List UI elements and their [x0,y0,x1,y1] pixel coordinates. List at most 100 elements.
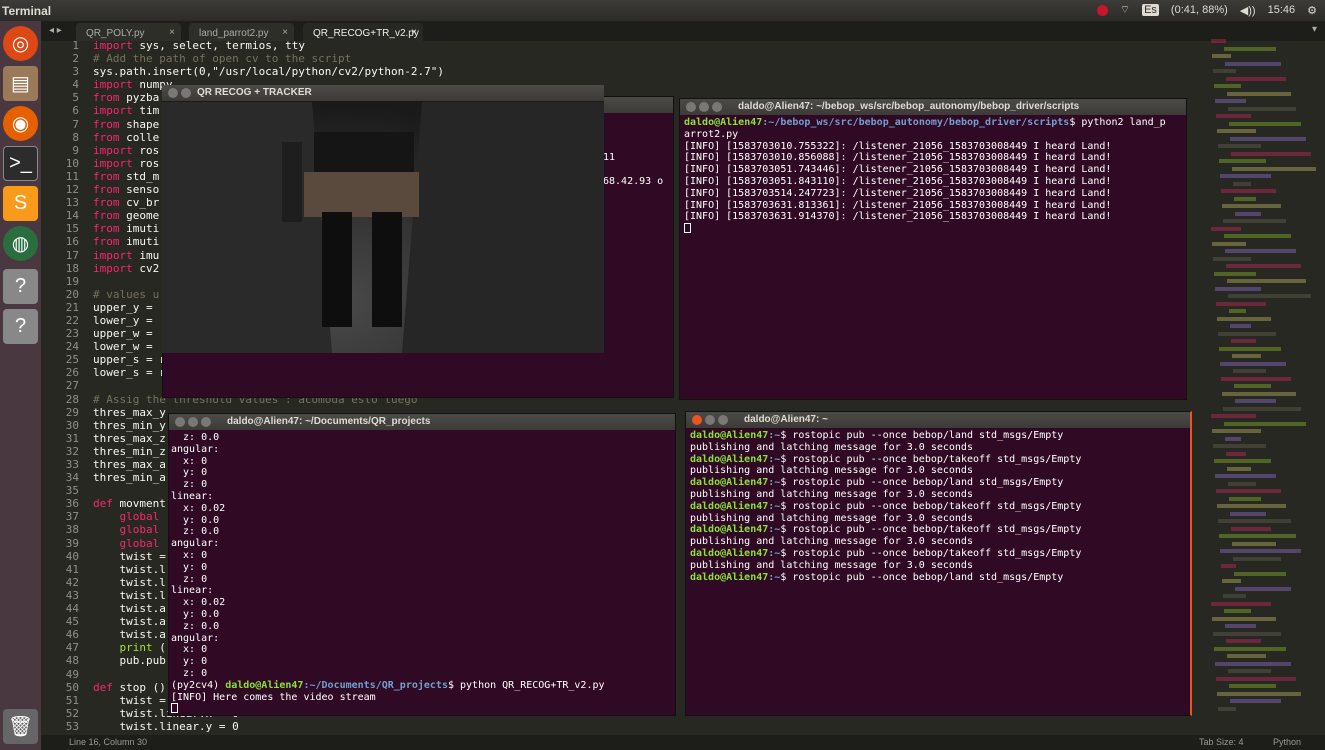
code-token: from [93,117,120,131]
terminal-line: z: 0.0 [171,432,220,443]
maximize-button[interactable] [718,415,728,425]
code-token: cv_br [119,196,160,210]
minimap-line [1217,129,1256,133]
unknown-app-icon[interactable]: ? [3,269,38,304]
close-button[interactable] [168,88,178,98]
code-token: senso [119,183,160,197]
line-number: 32 [65,444,79,458]
code-token: from [93,183,120,197]
terminal-window-home[interactable]: daldo@Alien47: ~ daldo@Alien47:~$ rostop… [685,411,1192,716]
line-number: 33 [65,458,79,471]
line-number: 36 [65,497,79,511]
minimap-line [1226,264,1301,268]
maximize-button[interactable] [201,417,211,427]
minimap-line [1226,451,1246,456]
terminal-prompt-line: daldo@Alien47:~$ rostopic pub --once beb… [690,430,1186,442]
minimize-button[interactable] [705,415,715,425]
terminal-output[interactable]: daldo@Alien47:~$ rostopic pub --once beb… [686,428,1190,585]
window-titlebar[interactable]: QR RECOG + TRACKER [162,85,604,101]
battery-indicator[interactable]: (0:41, 88%) [1171,4,1228,16]
minimap-line [1219,346,1281,351]
terminal-window-projects[interactable]: daldo@Alien47: ~/Documents/QR_projects z… [168,413,676,716]
window-title: QR RECOG + TRACKER [197,87,312,98]
keyboard-layout-indicator[interactable]: Es [1142,4,1159,16]
close-button[interactable] [175,417,185,427]
line-number: 42 [65,575,79,589]
prompt-path: :~/Documents/QR_projects [303,679,448,691]
env-indicator: (py2cv4) [171,679,226,691]
minimap-line [1216,676,1296,681]
line-number: 43 [65,588,79,602]
close-icon[interactable]: × [169,27,175,38]
code-line: twist.linear.y = 0 [93,719,239,733]
firefox-icon[interactable]: ◉ [3,106,38,141]
tab-dropdown-icon[interactable]: ▾ [1312,24,1317,35]
prompt-path: :~ [768,500,781,512]
volume-icon[interactable]: ◀)) [1240,4,1256,17]
syntax-indicator[interactable]: Python [1273,737,1301,747]
line-number: 1 [72,39,79,52]
terminal-command: $ python QR_RECOG+TR_v2.py [447,679,605,691]
minimap-line [1230,511,1266,516]
qr-tracker-window[interactable]: QR RECOG + TRACKER [162,85,604,353]
line-number: 28 [65,392,79,406]
line-number: 44 [65,602,79,616]
minimap-line [1220,361,1286,366]
minimap-line [1232,354,1261,358]
close-button[interactable] [692,415,702,425]
ubuntu-dash-icon[interactable]: ◎ [3,26,38,61]
minimap-line [1232,541,1276,546]
terminal-output[interactable]: z: 0.0 angular: x: 0 y: 0 z: 0 linear: x: … [169,430,675,717]
close-icon[interactable]: × [282,27,288,38]
terminal-line: [INFO] [1583703051.743446]: /listener_21… [684,164,1112,176]
minimize-button[interactable] [181,88,191,98]
prompt-path: :~ [768,547,781,559]
sublime-text-icon[interactable]: S [3,186,38,221]
terminal-prompt-line: daldo@Alien47:~$ rostopic pub --once beb… [690,524,1186,536]
prompt-user: daldo@Alien47 [225,679,304,691]
status-bar: Line 16, Column 30 Tab Size: 4 Python [41,735,1325,750]
code-token: from [93,130,120,144]
indicator-area: ⌔ Es (0:41, 88%) ◀)) 15:46 ⚙ [1096,3,1317,17]
terminal-output[interactable]: 11 68.42.93 o [603,152,663,188]
terminal-line: [INFO] [1583703010.755322]: /listener_21… [684,140,1112,152]
record-icon[interactable] [1096,4,1108,16]
close-icon[interactable]: × [411,27,417,38]
files-icon[interactable]: ▤ [3,66,38,101]
window-titlebar[interactable]: daldo@Alien47: ~/Documents/QR_projects [169,414,675,430]
tab-nav-arrows[interactable]: ◂ ▸ [49,25,62,36]
terminal-icon[interactable]: >_ [3,146,38,181]
terminal-command: $ rostopic pub --once bebop/land std_msg… [780,477,1064,489]
line-number: 5 [72,91,79,105]
unknown-app-icon-2[interactable]: ? [3,309,38,344]
line-number: 41 [65,562,79,576]
maximize-button[interactable] [712,102,722,112]
wifi-icon[interactable]: ⌔ [1120,3,1130,17]
line-number: 6 [72,104,79,118]
minimize-button[interactable] [188,417,198,427]
prompt-user: daldo@Alien47 [690,500,769,512]
clock[interactable]: 15:46 [1268,4,1296,16]
window-title: daldo@Alien47: ~/Documents/QR_projects [227,416,431,427]
terminal-window-scripts[interactable]: daldo@Alien47: ~/bebop_ws/src/bebop_auto… [679,98,1187,400]
minimap[interactable] [1211,39,1321,719]
window-titlebar[interactable]: daldo@Alien47: ~ [686,412,1190,428]
settings-gear-icon[interactable]: ⚙ [1307,4,1317,17]
line-number: 29 [65,405,79,419]
line-number: 3 [72,65,79,79]
line-number: 25 [65,353,79,367]
terminal-line: linear: [171,490,214,502]
minimize-button[interactable] [699,102,709,112]
terminal-line: [INFO] [1583703051.843110]: /listener_21… [684,175,1112,187]
tab-size-indicator[interactable]: Tab Size: 4 [1199,737,1244,747]
close-button[interactable] [686,102,696,112]
trash-icon[interactable]: 🗑 [3,709,38,744]
minimap-line [1219,534,1296,538]
line-number: 45 [65,615,79,629]
browser-globe-icon[interactable]: ◍ [3,226,38,261]
window-titlebar[interactable]: daldo@Alien47: ~/bebop_ws/src/bebop_auto… [680,99,1186,115]
line-number: 50 [65,680,79,694]
prompt-user: daldo@Alien47 [690,547,769,559]
minimap-line [1227,466,1251,471]
terminal-output[interactable]: daldo@Alien47:~/bebop_ws/src/bebop_auton… [680,115,1186,237]
